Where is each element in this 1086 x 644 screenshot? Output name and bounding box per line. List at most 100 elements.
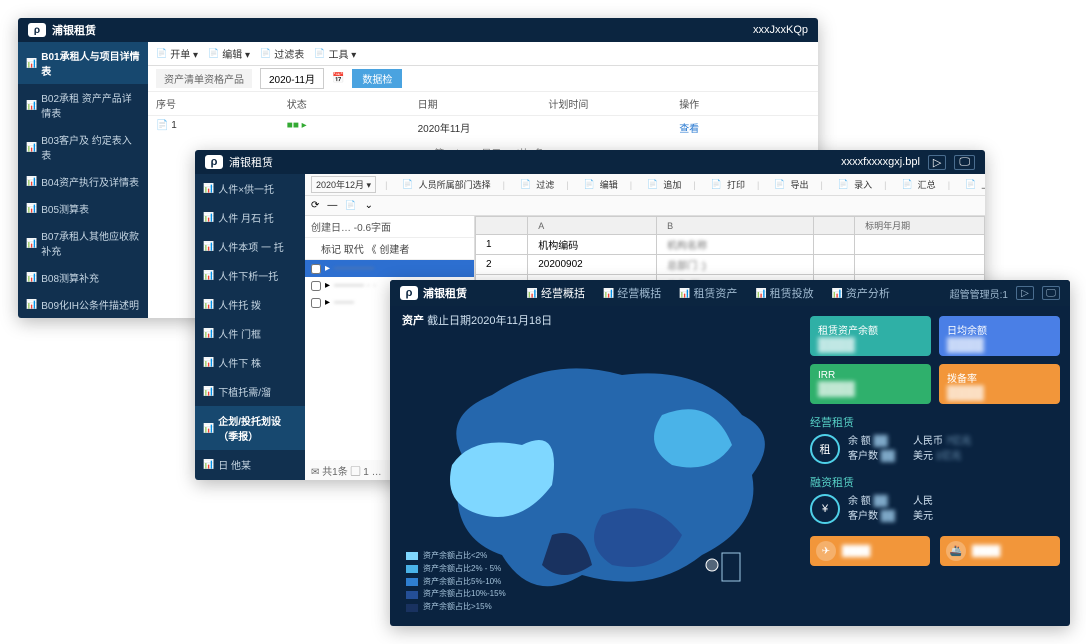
grid-row[interactable]: 1机构编码机构名称 — [476, 235, 985, 255]
cell-time — [548, 120, 679, 135]
footer-status: ✉ 共1条 ▢ 1 … — [311, 463, 382, 478]
expand-icon[interactable]: ▸ — [325, 263, 330, 274]
sidebar-item[interactable]: B09化IH公条件描述明 — [18, 291, 148, 318]
down-icon[interactable]: ⌄ — [365, 200, 373, 211]
sidebar-item[interactable]: 人件 月石 托 — [195, 203, 305, 232]
toolbar-item[interactable]: 录入 — [832, 178, 875, 191]
china-map[interactable]: 资产余额占比<2%资产余额占比2% - 5%资产余额占比5%-10%资产余额占比… — [402, 332, 802, 618]
cell: 机构名称 — [657, 235, 814, 255]
doc-icon — [771, 179, 788, 190]
chart-icon — [26, 176, 37, 187]
w2-toolbar: 2020年12月 ▾ |人员所属部门选择|过滤|编辑|追加|打印|导出|录入|汇… — [305, 174, 985, 196]
segment-title: 经营租赁 — [810, 414, 1060, 430]
map-legend: 资产余额占比<2%资产余额占比2% - 5%资产余额占比5%-10%资产余额占比… — [406, 550, 506, 614]
brand-text: 浦银租赁 — [423, 285, 467, 301]
nav-tab[interactable]: 经营概括 — [527, 285, 585, 301]
toolbar-item[interactable]: 工具 ▾ — [314, 46, 356, 61]
row-checkbox[interactable] — [311, 281, 321, 291]
logo-icon: ρ — [400, 286, 418, 300]
toolbar-item[interactable]: 导出 — [768, 178, 811, 191]
legend-item: 资产余额占比<2% — [406, 550, 506, 563]
fullscreen-icon[interactable] — [954, 155, 975, 170]
nav-tab[interactable]: 租赁资产 — [679, 285, 737, 301]
toolbar-item[interactable]: 人员所属部门选择 — [396, 178, 493, 191]
sidebar-item[interactable]: B02承租 资产产品详情表 — [18, 84, 148, 126]
toolbar-item[interactable]: 编辑 ▾ — [208, 46, 250, 61]
sidebar-item[interactable]: 人件×供一托 — [195, 174, 305, 203]
toolbar-item[interactable]: 打印 — [705, 178, 748, 191]
sidebar-item-label: 人件本项 一 托 — [218, 239, 284, 254]
grid-col-header — [476, 217, 528, 235]
doc-icon — [399, 179, 416, 190]
w3-header-right: 超管管理员:1 — [950, 286, 1060, 301]
chart-icon — [203, 241, 214, 252]
bottom-cards: ✈████ 🚢████ — [810, 536, 1060, 566]
kpi-label: 拨备率 — [947, 370, 1052, 385]
nav-tab[interactable]: 资产分析 — [832, 285, 890, 301]
kpi-card[interactable]: IRR████ — [810, 364, 931, 404]
sidebar-item-label: 人件 月石 托 — [218, 210, 274, 225]
sidebar-item[interactable]: 人件下 株 — [195, 348, 305, 377]
card-label: ████ — [972, 546, 1000, 557]
col-header: 序号 — [156, 96, 287, 111]
tree-row[interactable]: ▸ ———— — [305, 260, 474, 277]
tab-icon — [603, 287, 614, 299]
row-checkbox[interactable] — [311, 298, 321, 308]
toolbar-item[interactable]: 开单 ▾ — [156, 46, 198, 61]
cell-op-link[interactable]: 查看 — [679, 120, 810, 135]
doc-icon[interactable] — [345, 200, 356, 211]
toolbar-item[interactable]: 追加 — [641, 178, 684, 191]
fullscreen-icon[interactable] — [1042, 286, 1060, 300]
tab-icon — [679, 287, 690, 299]
toolbar-item[interactable]: 汇总 — [895, 178, 938, 191]
kpi-card[interactable]: 拨备率████ — [939, 364, 1060, 404]
cell — [813, 255, 854, 275]
sidebar-item[interactable]: 人件本项 一 托 — [195, 232, 305, 261]
brand: ρ 浦银租赁 — [28, 22, 96, 38]
kpi-card[interactable]: 日均余额████ — [939, 316, 1060, 356]
grid-col-header: A — [528, 217, 657, 235]
toolbar-date[interactable]: 2020年12月 ▾ — [311, 176, 376, 193]
expand-icon[interactable]: ▸ — [325, 280, 330, 291]
play-icon[interactable] — [928, 155, 946, 170]
kpi-card[interactable]: 租赁资产余额████ — [810, 316, 931, 356]
nav-tab[interactable]: 经营概括 — [603, 285, 661, 301]
toolbar-item[interactable]: 过滤 — [514, 178, 557, 191]
toolbar-item[interactable]: 编辑 — [578, 178, 621, 191]
sidebar-item[interactable]: 人件下析一托 — [195, 261, 305, 290]
sidebar-item[interactable]: B05测算表 — [18, 195, 148, 222]
cell-status: ■■ ▸ — [287, 120, 418, 135]
tree-row-label: ———— — [334, 263, 374, 274]
sidebar-item[interactable]: B04资产执行及详情表 — [18, 168, 148, 195]
minus-icon[interactable]: — — [327, 200, 337, 211]
filter-submit-button[interactable]: 数据检 — [352, 69, 402, 88]
tree-label: 创建日… -0.6字面 — [305, 216, 474, 238]
kpi-label: 日均余额 — [947, 322, 1052, 337]
nav-tab[interactable]: 租赁投放 — [755, 285, 813, 301]
expand-icon[interactable]: ▸ — [325, 297, 330, 308]
grid-col-header: B — [657, 217, 814, 235]
sidebar-item[interactable]: B01承租人与项目详情表 — [18, 42, 148, 84]
grid-col-header: 标明年月期 — [855, 217, 985, 235]
toolbar-item[interactable]: 过滤表 — [260, 46, 304, 61]
brand: ρ 浦银租赁 — [205, 154, 273, 170]
bottom-card[interactable]: ✈████ — [810, 536, 930, 566]
bottom-card[interactable]: 🚢████ — [940, 536, 1060, 566]
chart-icon — [203, 386, 214, 397]
sidebar-item[interactable]: 日 他某 — [195, 450, 305, 479]
sidebar-item[interactable]: 企划/投托划设（季报） — [195, 406, 305, 450]
chart-icon — [203, 423, 214, 434]
sidebar-item[interactable]: 人件 门框 — [195, 319, 305, 348]
refresh-icon[interactable]: ⟳ — [311, 200, 319, 211]
sidebar-item[interactable]: 人件托 拨 — [195, 290, 305, 319]
toolbar-item[interactable]: 上传 — [959, 178, 985, 191]
sidebar-item[interactable]: B03客户及 约定表入表 — [18, 126, 148, 168]
sidebar-item[interactable]: B08测算补充 — [18, 264, 148, 291]
filter-date[interactable]: 2020-11月 — [260, 68, 324, 89]
grid-row[interactable]: 220200902总部门 :) — [476, 255, 985, 275]
play-icon[interactable] — [1016, 286, 1034, 300]
sidebar-item[interactable]: B07承租人其他应收款补充 — [18, 222, 148, 264]
calendar-icon[interactable]: 📅 — [332, 73, 344, 84]
sidebar-item[interactable]: 下植托需/溜 — [195, 377, 305, 406]
row-checkbox[interactable] — [311, 264, 321, 274]
